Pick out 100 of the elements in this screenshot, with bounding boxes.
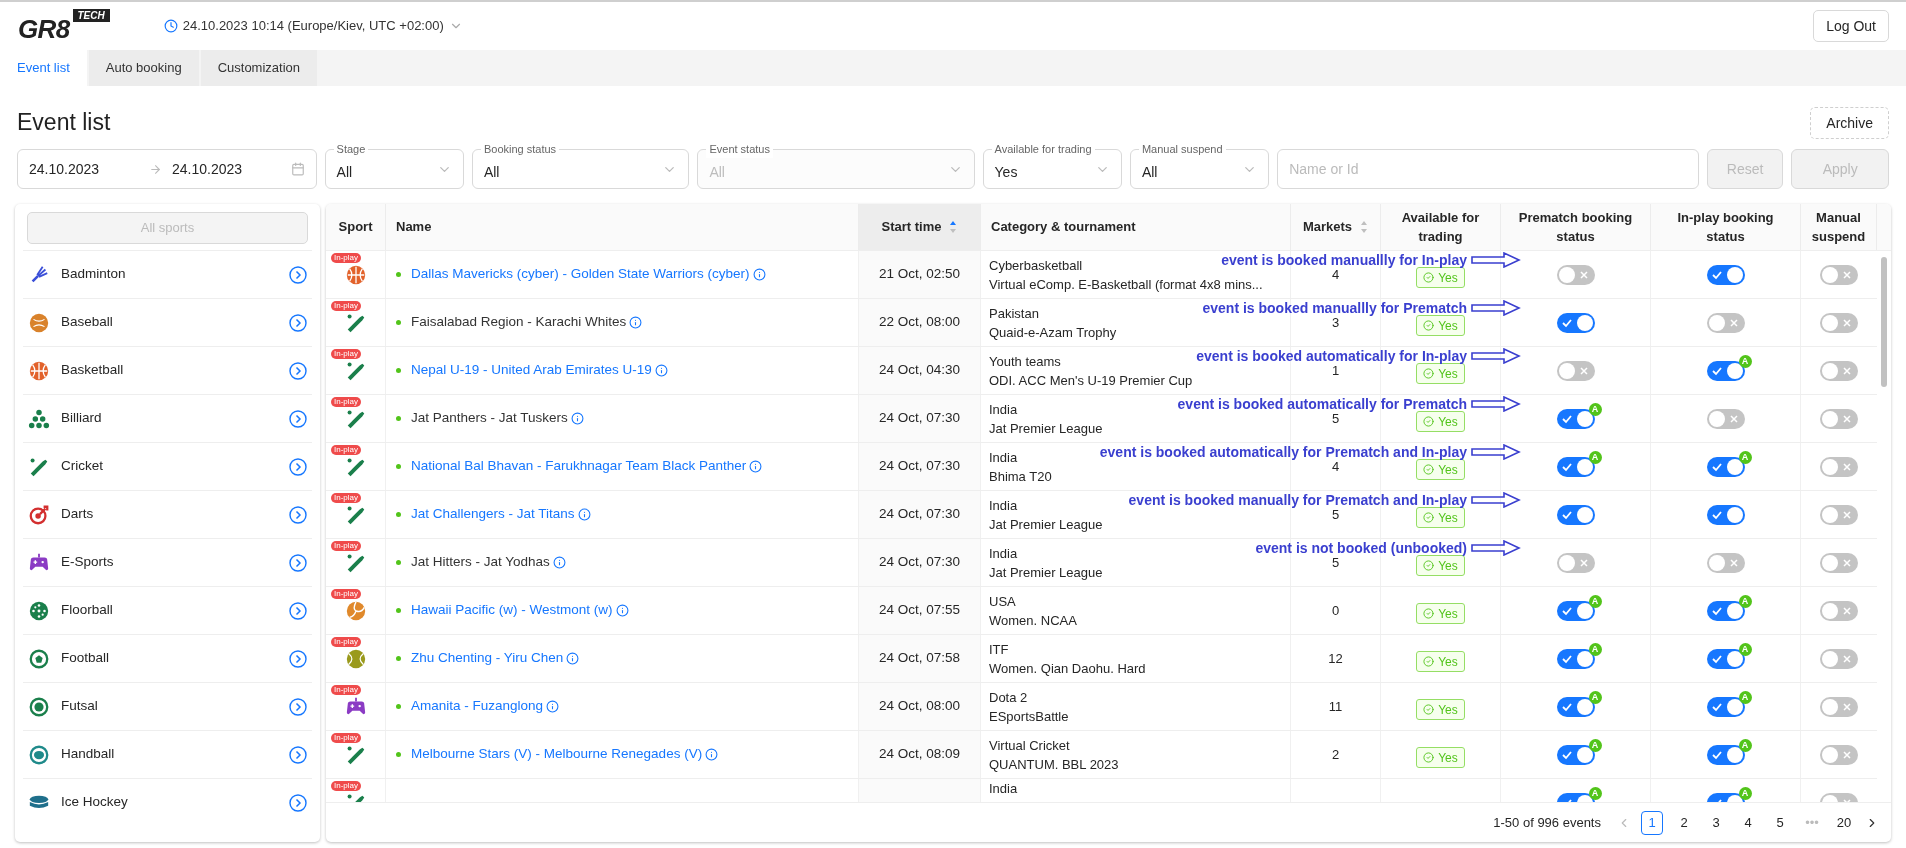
- annotation-text: event is not booked (unbooked): [1255, 540, 1467, 556]
- start-time-cell: 24 Oct, 04:30: [859, 347, 981, 394]
- auto-badge: A: [1588, 786, 1602, 800]
- page-button[interactable]: 2: [1673, 810, 1695, 835]
- tab[interactable]: Event list: [0, 50, 87, 86]
- auto-badge: A: [1588, 450, 1602, 464]
- column-header: Category & tournament: [981, 204, 1291, 250]
- auto-badge: A: [1738, 642, 1752, 656]
- sport-item[interactable]: E-Sports: [23, 538, 312, 586]
- sport-item[interactable]: Futsal: [23, 682, 312, 730]
- search-field[interactable]: Name or Id: [1277, 149, 1699, 189]
- sport-item[interactable]: Cricket: [23, 442, 312, 490]
- in-play-badge: In-play: [331, 301, 361, 311]
- in-play-badge: In-play: [331, 445, 361, 455]
- markets-count: 1: [1331, 362, 1340, 380]
- yes-tag: Yes: [1416, 411, 1465, 432]
- start-time-cell: 24 Oct, 08:09: [859, 731, 981, 778]
- in-play-badge: In-play: [331, 253, 361, 263]
- pagination-summary: 1-50 of 996 events: [1493, 813, 1601, 832]
- sport-label: Football: [61, 649, 110, 668]
- yes-tag: Yes: [1416, 363, 1465, 384]
- sport-item[interactable]: Football: [23, 634, 312, 682]
- page-button[interactable]: 4: [1737, 810, 1759, 835]
- sport-item[interactable]: Baseball: [23, 298, 312, 346]
- category-text: India: [989, 400, 1018, 419]
- column-header[interactable]: Markets: [1291, 204, 1381, 250]
- event-link[interactable]: Amanita - Fuzanglong: [411, 696, 544, 717]
- sport-item[interactable]: Darts: [23, 490, 312, 538]
- timezone-selector[interactable]: 24.10.2023 10:14 (Europe/Kiev, UTC +02:00): [163, 16, 463, 36]
- sport-label: Baseball: [61, 313, 113, 332]
- start-time-cell: 24 Oct, 07:55: [859, 587, 981, 634]
- tournament-text: Jat Premier League: [989, 563, 1103, 582]
- auto-badge: A: [1588, 738, 1602, 752]
- annotation-text: event is booked automatically for Prematch: [1177, 396, 1467, 412]
- column-header[interactable]: Start time: [859, 204, 981, 250]
- page-button[interactable]: 3: [1705, 810, 1727, 835]
- sport-label: Floorball: [61, 601, 113, 620]
- markets-count: 0: [1331, 601, 1340, 620]
- yes-tag: Yes: [1416, 459, 1465, 480]
- sport-label: Darts: [61, 505, 94, 524]
- category-text: Youth teams: [989, 352, 1061, 371]
- annotation-text: event is booked automatically for In-play: [1196, 348, 1467, 364]
- category-text: India: [989, 781, 1018, 796]
- category-text: India: [989, 544, 1018, 563]
- tab[interactable]: Auto booking: [88, 50, 199, 86]
- sport-item[interactable]: Handball: [23, 730, 312, 778]
- sport-item[interactable]: Floorball: [23, 586, 312, 634]
- sport-label: Billiard: [61, 409, 102, 428]
- event-link[interactable]: Hawaii Pacific (w) - Westmont (w): [411, 600, 613, 621]
- category-text: Pakistan: [989, 304, 1039, 323]
- yes-tag: Yes: [1416, 651, 1465, 672]
- event-link[interactable]: Melbourne Stars (V) - Melbourne Renegades (V): [411, 744, 703, 765]
- category-text: Dota 2: [989, 688, 1028, 707]
- sport-item[interactable]: Billiard: [23, 394, 312, 442]
- auto-badge: A: [1738, 450, 1752, 464]
- auto-badge: A: [1588, 642, 1602, 656]
- event-name: Jat Hitters - Jat Yodhas: [411, 553, 550, 572]
- tournament-text: Jat Premier League: [989, 419, 1103, 438]
- markets-count: 4: [1331, 457, 1340, 476]
- page-button[interactable]: 5: [1769, 810, 1791, 835]
- page-button[interactable]: 20: [1833, 810, 1855, 835]
- auto-badge: A: [1738, 594, 1752, 608]
- in-play-badge: In-play: [331, 541, 361, 551]
- auto-badge: A: [1738, 738, 1752, 752]
- sport-item[interactable]: Ice Hockey: [23, 778, 312, 826]
- category-text: ITF: [989, 640, 1009, 659]
- archive-button[interactable]: Archive: [1810, 107, 1889, 139]
- tournament-text: Women. Qian Daohu. Hard: [989, 659, 1146, 678]
- sport-item[interactable]: Basketball: [23, 346, 312, 394]
- tournament-text: Quaid-e-Azam Trophy: [989, 323, 1117, 342]
- yes-tag: Yes: [1416, 555, 1465, 576]
- markets-count: 3: [1331, 314, 1340, 332]
- markets-count: 12: [1328, 649, 1343, 668]
- markets-count: 5: [1331, 505, 1340, 524]
- category-text: Virtual Cricket: [989, 736, 1070, 755]
- yes-tag: Yes: [1416, 747, 1465, 768]
- in-play-badge: In-play: [331, 349, 361, 359]
- sport-label: Ice Hockey: [61, 793, 128, 812]
- in-play-badge: In-play: [331, 733, 361, 743]
- start-time-cell: 22 Oct, 08:00: [859, 299, 981, 346]
- yes-tag: Yes: [1416, 315, 1465, 336]
- logout-button[interactable]: Log Out: [1813, 10, 1889, 42]
- tab[interactable]: Customization: [200, 50, 318, 86]
- date-range-field[interactable]: 24.10.2023 24.10.2023: [17, 149, 317, 189]
- markets-count: 2: [1331, 745, 1340, 764]
- sport-item[interactable]: Badminton: [23, 250, 312, 298]
- auto-badge: A: [1738, 786, 1752, 800]
- page-title: Event list: [17, 107, 111, 137]
- tournament-text: Women. NCAA: [989, 611, 1077, 630]
- event-link[interactable]: Jat Challengers - Jat Titans: [411, 504, 575, 525]
- page-button[interactable]: 1: [1641, 810, 1663, 835]
- event-link[interactable]: National Bal Bhavan - Farukhnagar Team Black Panther: [411, 456, 747, 477]
- event-link[interactable]: Zhu Chenting - Yiru Chen: [411, 648, 564, 669]
- in-play-badge: In-play: [331, 589, 361, 599]
- event-link[interactable]: Nepal U-19 - United Arab Emirates U-19: [411, 360, 652, 381]
- logo: GR8 TECH: [17, 8, 114, 44]
- markets-count: 5: [1331, 553, 1340, 572]
- annotation-text: event is booked manuallly for In-play: [1221, 252, 1467, 268]
- auto-badge: A: [1738, 690, 1752, 704]
- event-link[interactable]: Dallas Mavericks (cyber) - Golden State Warriors (cyber): [411, 264, 750, 285]
